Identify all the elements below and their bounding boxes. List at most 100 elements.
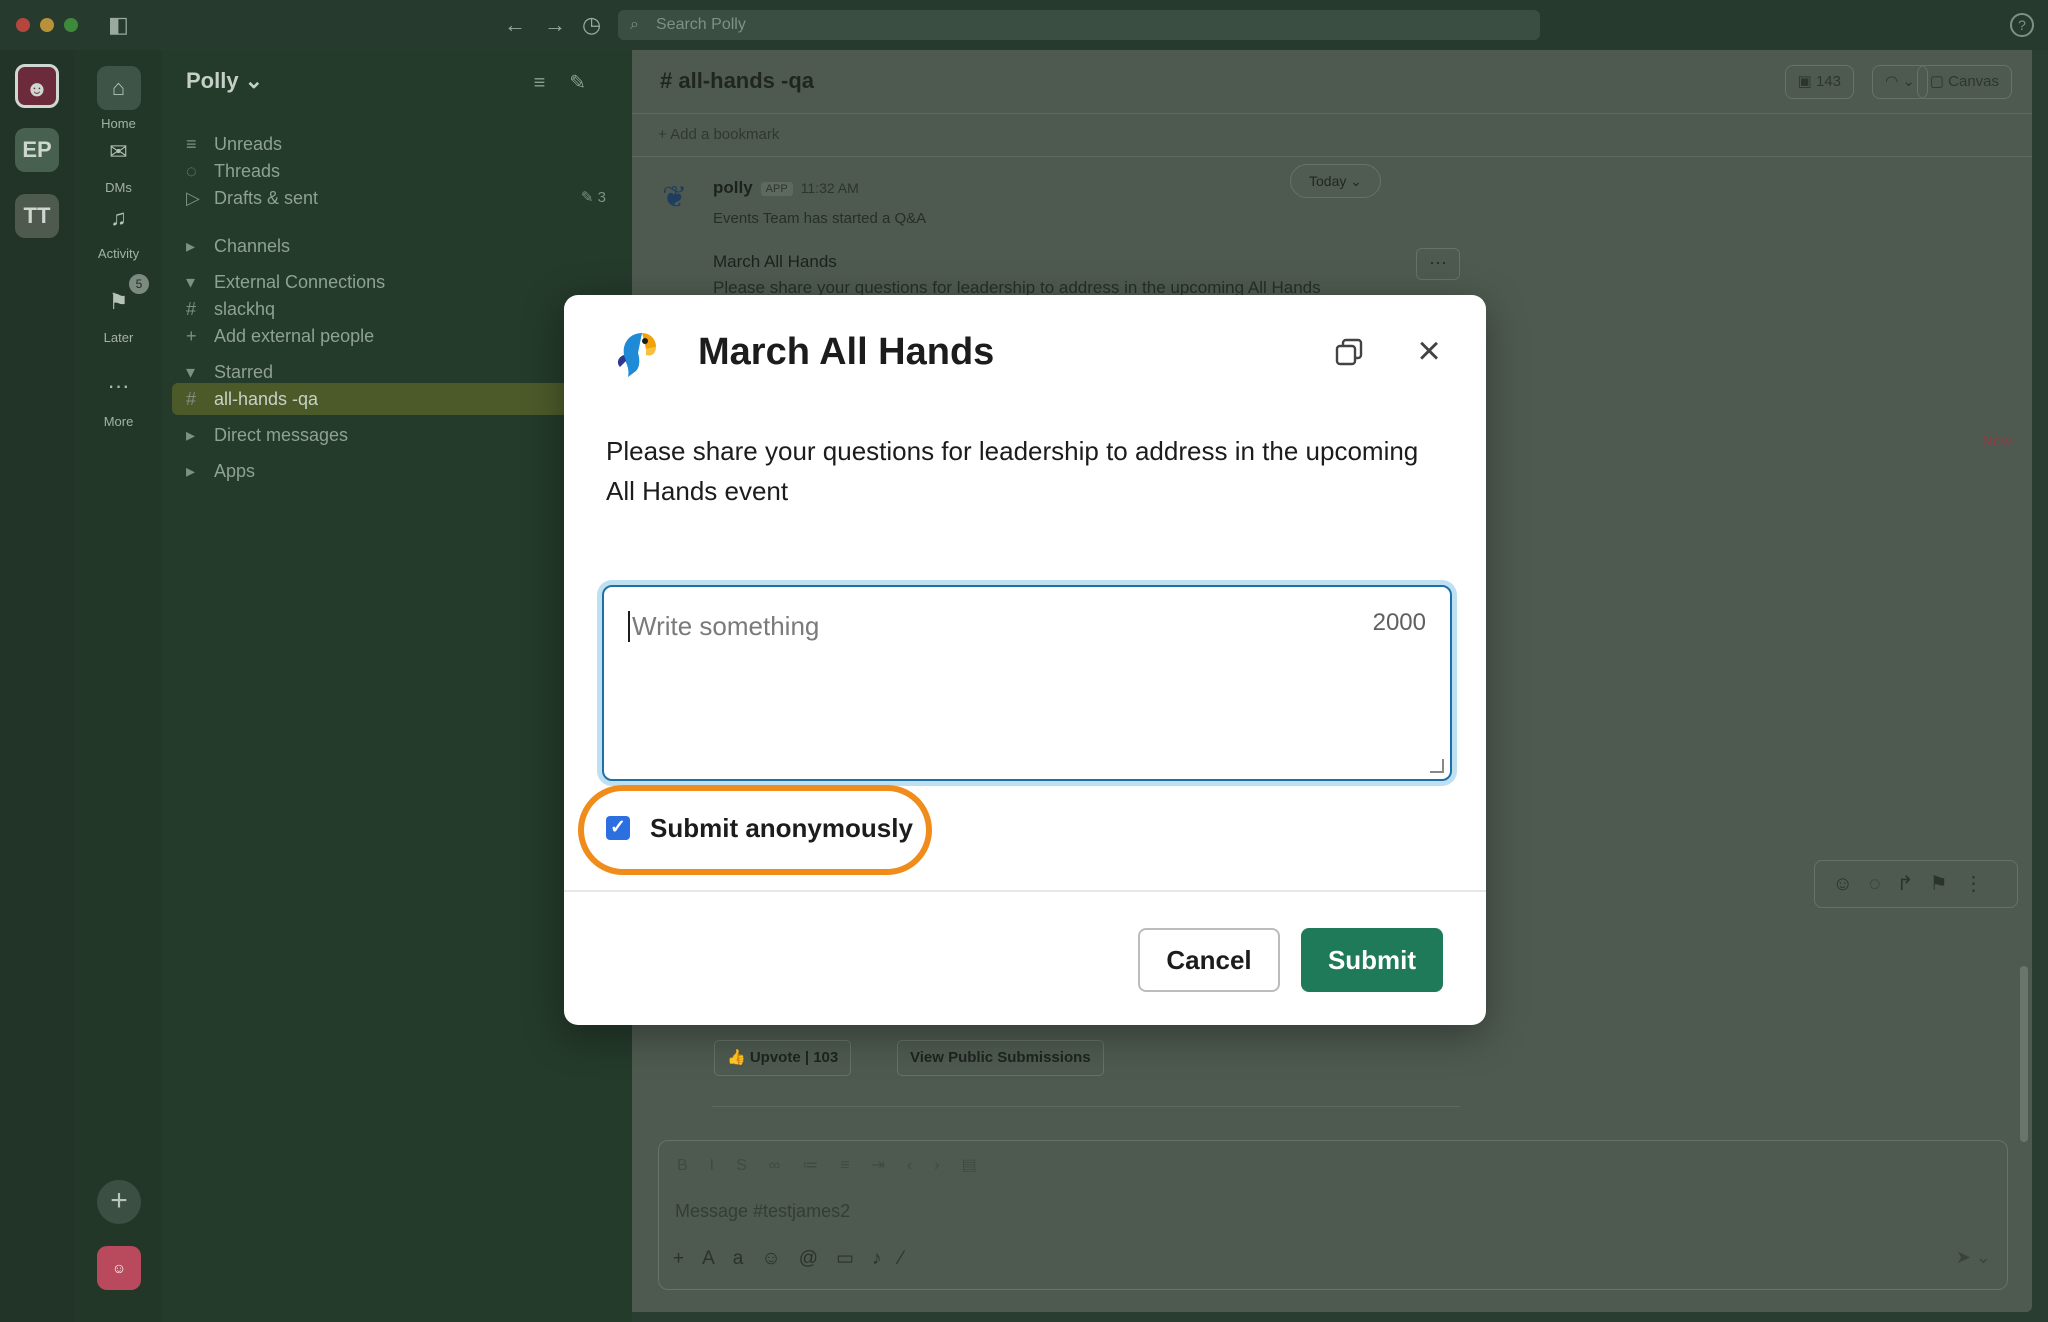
search-placeholder: Search Polly	[656, 16, 746, 33]
history-clock-icon[interactable]: ◷	[582, 12, 601, 38]
italic-icon[interactable]: I	[710, 1157, 736, 1174]
sidebar-item-label: Add external people	[214, 326, 375, 346]
resize-handle-icon[interactable]	[1430, 759, 1444, 773]
close-icon[interactable]: ×	[1409, 331, 1449, 371]
zoom-window-button[interactable]	[64, 18, 78, 32]
scrollbar[interactable]	[2020, 966, 2028, 1142]
qa-submission-modal: March All Hands × Please share your ques…	[564, 295, 1486, 1025]
nav-more[interactable]: ··· More	[75, 364, 162, 429]
sidebar-item-drafts[interactable]: ▷ Drafts & sent ✎ 3	[186, 182, 626, 214]
indent-icon[interactable]: ⇥	[872, 1157, 907, 1174]
filter-icon[interactable]: ≡	[534, 72, 570, 94]
minimize-window-button[interactable]	[40, 18, 54, 32]
anonymous-checkbox-label[interactable]: Submit anonymously	[650, 813, 913, 844]
add-reaction-icon[interactable]: ☺	[1832, 873, 1868, 895]
sidebar-item-label: Threads	[214, 161, 281, 181]
today-date-divider[interactable]: Today ⌄	[1290, 164, 1381, 198]
open-in-window-icon[interactable]	[1334, 337, 1364, 367]
question-textarea[interactable]: Write something 2000	[602, 585, 1452, 781]
new-label: New	[1981, 433, 2012, 450]
canvas-button[interactable]: ▢ Canvas	[1916, 65, 2012, 99]
anonymous-checkbox[interactable]: ✓	[606, 816, 630, 840]
reply-thread-icon[interactable]: ◌	[1869, 873, 1897, 895]
send-icon[interactable]: ➤ ⌄	[1956, 1247, 1991, 1268]
workspace-name[interactable]: Polly ⌄	[186, 68, 263, 94]
caret-right-icon: ▸	[186, 236, 196, 256]
message-more-button[interactable]: ···	[1416, 248, 1460, 280]
modal-description: Please share your questions for leadersh…	[606, 436, 1419, 506]
section-apps[interactable]: ▸ Apps	[186, 455, 626, 487]
plus-icon[interactable]: +	[673, 1248, 702, 1269]
slash-command-icon[interactable]: ⁄	[900, 1248, 921, 1269]
add-workspace-button[interactable]: +	[97, 1180, 141, 1224]
caret-right-icon: ▸	[186, 425, 196, 445]
bullet-list-icon[interactable]: ≡	[840, 1157, 871, 1174]
user-avatar[interactable]: ☺	[97, 1246, 141, 1290]
mention-icon[interactable]: @	[799, 1248, 836, 1269]
strike-icon[interactable]: S	[736, 1157, 769, 1174]
video-icon[interactable]: ▭	[836, 1248, 872, 1269]
nav-column: ⌂ Home ✉ DMs ♫ Activity ⚑ 5 Later ··· Mo…	[75, 50, 162, 1322]
section-direct-messages[interactable]: ▸ Direct messages	[186, 419, 626, 451]
sidebar-item-add-external[interactable]: + Add external people	[186, 320, 626, 352]
view-public-submissions-button[interactable]: View Public Submissions	[897, 1040, 1104, 1076]
close-window-button[interactable]	[16, 18, 30, 32]
help-icon[interactable]: ?	[2010, 13, 2034, 37]
save-bookmark-icon[interactable]: ⚑	[1930, 873, 1964, 895]
member-avatar-icon: ▣	[1797, 73, 1816, 90]
text-format-icon[interactable]: Aa	[702, 1248, 761, 1269]
compose-icon[interactable]: ✎	[569, 72, 610, 94]
new-messages-divider	[1462, 443, 1976, 444]
workspace-polly-icon[interactable]: ☻	[15, 64, 59, 108]
upvote-button[interactable]: 👍 Upvote | 103	[714, 1040, 852, 1076]
submit-button[interactable]: Submit	[1301, 928, 1443, 992]
polly-bird-icon[interactable]: ❦	[662, 180, 702, 220]
bell-icon: ♫	[110, 205, 127, 230]
link-icon[interactable]: ∞	[769, 1157, 802, 1174]
message-composer[interactable]: BIS∞≔≡⇥‹›▤ Message #testjames2 +Aa☺@▭♪⁄ …	[658, 1140, 2008, 1290]
sidebar-item-label: Drafts & sent	[214, 188, 319, 208]
workspace-ep[interactable]: EP	[15, 128, 59, 172]
bold-icon[interactable]: B	[677, 1157, 710, 1174]
channel-header: # all-hands -qa ▣ 143 ◠ ⌄ ▢ Canvas	[632, 50, 2032, 114]
slack-window: ◧ ← → ◷ ⌕ Search Polly ? ☻ EP TT ⌂ Home …	[0, 0, 2048, 1322]
code-icon[interactable]: ‹›	[907, 1157, 962, 1174]
code-block-icon[interactable]: ▤	[962, 1157, 999, 1174]
message-time[interactable]: 11:32 AM	[801, 180, 859, 196]
nav-home-label: Home	[101, 116, 136, 131]
nav-activity[interactable]: ♫ Activity	[75, 196, 162, 261]
dms-icon: ✉	[109, 139, 128, 164]
headphones-icon: ◠ ⌄	[1885, 73, 1915, 90]
sidebar-toggle-icon[interactable]: ◧	[108, 12, 129, 38]
message-author[interactable]: polly	[713, 178, 753, 197]
search-input[interactable]: ⌕ Search Polly	[618, 10, 1540, 40]
channel-title[interactable]: # all-hands -qa	[660, 68, 814, 94]
composer-placeholder: Message #testjames2	[675, 1201, 851, 1221]
sidebar-item-all-hands-qa[interactable]: # all-hands -qa	[172, 383, 632, 415]
more-vertical-icon[interactable]: ⋮	[1964, 873, 2000, 895]
section-channels[interactable]: ▸ Channels	[186, 230, 626, 262]
add-bookmark-button[interactable]: + Add a bookmark	[658, 126, 779, 143]
ordered-list-icon[interactable]: ≔	[802, 1157, 840, 1174]
more-dots-icon: ···	[107, 373, 130, 398]
caret-right-icon: ▸	[186, 461, 196, 481]
mic-icon[interactable]: ♪	[872, 1248, 900, 1269]
workspace-tt[interactable]: TT	[15, 194, 59, 238]
section-label: External Connections	[214, 272, 386, 292]
nav-home[interactable]: ⌂ Home	[75, 66, 162, 131]
cancel-button[interactable]: Cancel	[1138, 928, 1280, 992]
canvas-label: Canvas	[1948, 73, 1999, 90]
app-tag: APP	[760, 181, 793, 196]
textarea-placeholder: Write something	[628, 611, 819, 642]
send-icon: ▷	[186, 188, 200, 208]
members-button[interactable]: ▣ 143	[1784, 65, 1854, 99]
forward-arrow-icon[interactable]: →	[544, 12, 566, 38]
nav-dms[interactable]: ✉ DMs	[75, 130, 162, 195]
message-divider	[712, 1106, 1460, 1107]
nav-later[interactable]: ⚑ 5 Later	[75, 274, 162, 345]
back-arrow-icon[interactable]: ←	[504, 12, 526, 38]
sidebar-item-label: Unreads	[214, 134, 283, 154]
share-icon[interactable]: ↱	[1897, 873, 1930, 895]
section-label: Channels	[214, 236, 291, 256]
emoji-icon[interactable]: ☺	[761, 1248, 798, 1269]
